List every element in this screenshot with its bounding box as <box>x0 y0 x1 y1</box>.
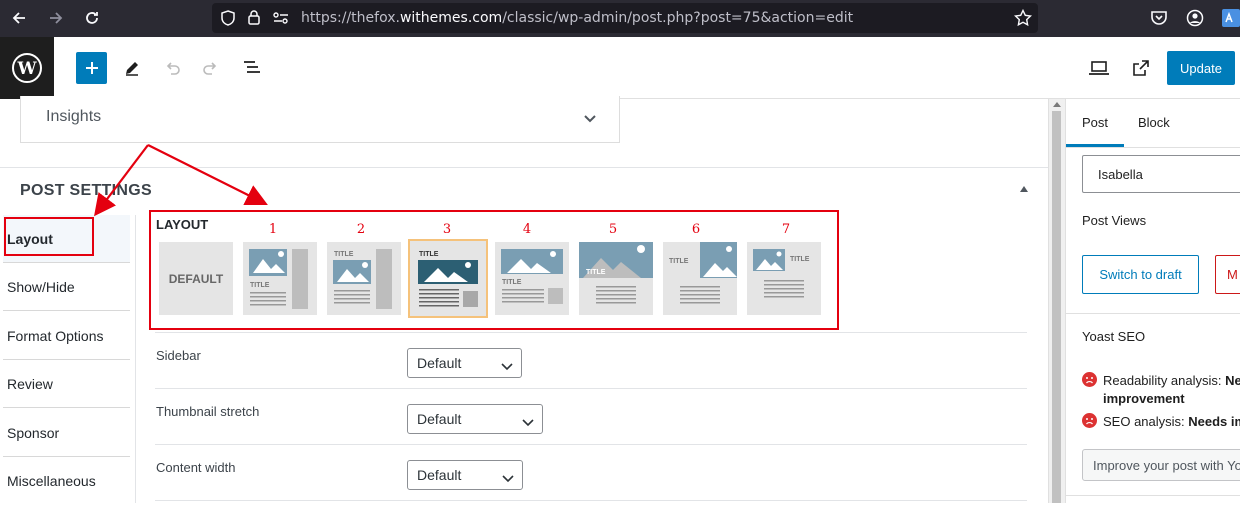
sidebar-select-value: Default <box>417 355 462 371</box>
svg-text:TITLE: TITLE <box>790 256 810 263</box>
divider <box>1066 495 1240 496</box>
content-width-label: Content width <box>156 460 236 475</box>
layout-option-5[interactable]: TITLE <box>579 242 653 315</box>
divider <box>1066 147 1240 148</box>
sidebar-field-label: Sidebar <box>156 348 201 363</box>
thumbnail-stretch-label: Thumbnail stretch <box>156 404 260 419</box>
layout-number-6: 6 <box>691 222 701 237</box>
divider <box>155 332 1027 333</box>
layout-option-3-selected[interactable]: TITLE <box>408 239 488 318</box>
yoast-seo-title: Yoast SEO <box>1082 329 1146 344</box>
tab-block[interactable]: Block <box>1138 115 1170 130</box>
layout-number-2: 2 <box>356 222 366 237</box>
layout-option-default[interactable]: DEFAULT <box>159 242 233 315</box>
layout-option-4[interactable]: TITLE <box>495 242 569 315</box>
divider <box>155 500 1027 501</box>
svg-text:TITLE: TITLE <box>419 251 439 258</box>
svg-text:TITLE: TITLE <box>669 258 689 265</box>
thumbnail-stretch-value: Default <box>417 411 462 427</box>
chevron-down-icon <box>522 414 534 430</box>
sad-face-icon <box>1082 372 1097 387</box>
svg-text:TITLE: TITLE <box>250 282 270 289</box>
move-to-trash-button[interactable]: M <box>1215 255 1240 294</box>
main-scrollbar[interactable] <box>1048 99 1065 503</box>
divider <box>1066 313 1240 314</box>
content-width-select[interactable]: Default <box>407 460 523 490</box>
scrollbar-thumb[interactable] <box>1052 111 1061 503</box>
layout-number-7: 7 <box>781 222 791 237</box>
improve-post-button[interactable]: Improve your post with Yo <box>1082 449 1240 481</box>
svg-text:TITLE: TITLE <box>502 279 522 286</box>
settings-sidebar: Post Block Isabella Post Views Switch to… <box>1065 99 1240 503</box>
readability-analysis[interactable]: Readability analysis: Nee <box>1103 373 1240 388</box>
layout-number-4: 4 <box>522 222 532 237</box>
divider <box>155 388 1027 389</box>
divider <box>155 444 1027 445</box>
svg-text:TITLE: TITLE <box>586 269 606 276</box>
chevron-down-icon <box>502 470 514 486</box>
chevron-down-icon <box>501 358 513 374</box>
post-views-label: Post Views <box>1082 213 1147 228</box>
content-width-value: Default <box>417 467 462 483</box>
layout-number-1: 1 <box>268 222 278 237</box>
svg-text:TITLE: TITLE <box>334 251 354 258</box>
seo-analysis[interactable]: SEO analysis: Needs im <box>1103 414 1240 429</box>
switch-to-draft-button[interactable]: Switch to draft <box>1082 255 1199 294</box>
sidebar-select[interactable]: Default <box>407 348 522 378</box>
layout-option-2[interactable]: TITLE <box>327 242 401 315</box>
readability-status: improvement <box>1103 391 1185 406</box>
scroll-up-icon[interactable] <box>1053 102 1061 107</box>
layout-option-6[interactable]: TITLE <box>663 242 737 315</box>
layout-number-5: 5 <box>608 222 618 237</box>
author-select[interactable]: Isabella <box>1082 155 1240 193</box>
tab-post[interactable]: Post <box>1082 115 1108 130</box>
layout-number-3: 3 <box>442 222 452 237</box>
thumbnail-stretch-select[interactable]: Default <box>407 404 543 434</box>
layout-default-label: DEFAULT <box>168 271 224 286</box>
layout-label: LAYOUT <box>156 217 209 232</box>
layout-option-1[interactable]: TITLE <box>243 242 317 315</box>
layout-option-7[interactable]: TITLE <box>747 242 821 315</box>
sad-face-icon <box>1082 413 1097 428</box>
